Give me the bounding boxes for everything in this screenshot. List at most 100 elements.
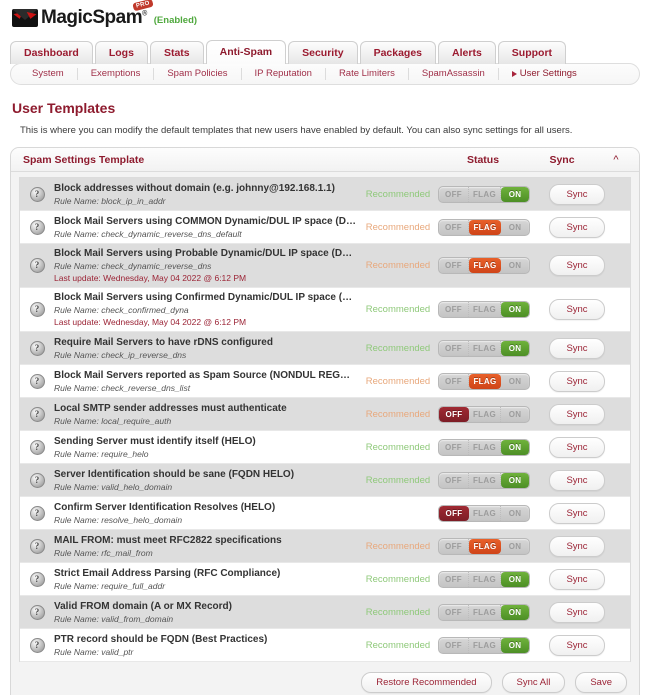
sync-button[interactable]: Sync <box>549 216 605 238</box>
help-icon[interactable]: ? <box>29 439 45 455</box>
state-toggle[interactable]: OFF FLAG ON <box>438 570 530 588</box>
restore-recommended-button[interactable]: Restore Recommended <box>361 672 492 693</box>
state-toggle[interactable]: OFF FLAG ON <box>438 339 530 357</box>
state-toggle[interactable]: OFF FLAG ON <box>438 603 530 621</box>
toggle-option-flag[interactable]: FLAG <box>469 373 501 389</box>
toggle-option-flag[interactable]: FLAG <box>469 439 501 455</box>
sync-button[interactable]: Sync <box>549 568 605 590</box>
sync-button[interactable]: Sync <box>549 634 605 656</box>
toggle-option-on[interactable]: ON <box>501 472 529 488</box>
tab-packages[interactable]: Packages <box>359 41 437 64</box>
sync-button[interactable]: Sync <box>549 535 605 557</box>
toggle-option-off[interactable]: OFF <box>439 406 469 422</box>
state-toggle[interactable]: OFF FLAG ON <box>438 471 530 489</box>
sync-button[interactable]: Sync <box>549 370 605 392</box>
state-toggle[interactable]: OFF FLAG ON <box>438 438 530 456</box>
toggle-option-off[interactable]: OFF <box>439 186 469 202</box>
toggle-option-on[interactable]: ON <box>501 571 529 587</box>
toggle-option-on[interactable]: ON <box>501 539 529 554</box>
sync-button[interactable]: Sync <box>549 436 605 458</box>
toggle-option-off[interactable]: OFF <box>439 302 469 317</box>
toggle-option-flag[interactable]: FLAG <box>469 571 501 587</box>
state-toggle[interactable]: OFF FLAG ON <box>438 218 530 236</box>
state-toggle[interactable]: OFF FLAG ON <box>438 636 530 654</box>
help-icon[interactable]: ? <box>29 406 45 422</box>
toggle-option-on[interactable]: ON <box>501 439 529 455</box>
toggle-option-on[interactable]: ON <box>501 506 529 521</box>
help-icon[interactable]: ? <box>29 186 45 202</box>
toggle-option-flag[interactable]: FLAG <box>469 505 501 521</box>
toggle-option-flag[interactable]: FLAG <box>469 472 501 488</box>
tab-security[interactable]: Security <box>288 41 358 64</box>
help-icon[interactable]: ? <box>29 302 45 317</box>
sync-all-button[interactable]: Sync All <box>501 672 566 693</box>
tab-anti-spam[interactable]: Anti-Spam <box>205 40 287 64</box>
toggle-option-off[interactable]: OFF <box>439 340 469 356</box>
help-icon[interactable]: ? <box>29 340 45 356</box>
state-toggle[interactable]: OFF FLAG ON <box>438 537 530 555</box>
state-toggle[interactable]: OFF FLAG ON <box>438 185 530 203</box>
toggle-option-off[interactable]: OFF <box>439 604 469 620</box>
toggle-option-off[interactable]: OFF <box>439 373 469 389</box>
toggle-option-off[interactable]: OFF <box>439 571 469 587</box>
toggle-option-off[interactable]: OFF <box>439 637 469 653</box>
subnav-item-spamassassin[interactable]: SpamAssassin <box>409 68 499 80</box>
subnav-item-spam-policies[interactable]: Spam Policies <box>154 68 242 80</box>
toggle-option-flag[interactable]: FLAG <box>469 302 501 317</box>
help-icon[interactable]: ? <box>29 637 45 653</box>
toggle-option-flag[interactable]: FLAG <box>469 604 501 620</box>
sync-button[interactable]: Sync <box>549 601 605 623</box>
state-toggle[interactable]: OFF FLAG ON <box>438 405 530 423</box>
toggle-option-on[interactable]: ON <box>501 220 529 235</box>
sync-button[interactable]: Sync <box>549 337 605 359</box>
save-button[interactable]: Save <box>575 672 627 693</box>
sync-button[interactable]: Sync <box>549 502 605 524</box>
help-icon[interactable]: ? <box>29 219 45 235</box>
toggle-option-off[interactable]: OFF <box>439 505 469 521</box>
subnav-item-system[interactable]: System <box>19 68 78 80</box>
tab-stats[interactable]: Stats <box>149 41 204 64</box>
toggle-option-flag[interactable]: FLAG <box>469 340 501 356</box>
toggle-option-flag[interactable]: FLAG <box>469 538 501 554</box>
subnav-item-exemptions[interactable]: Exemptions <box>78 68 155 80</box>
toggle-option-on[interactable]: ON <box>501 407 529 422</box>
chevron-up-icon[interactable]: ^ <box>605 154 627 165</box>
state-toggle[interactable]: OFF FLAG ON <box>438 301 530 318</box>
toggle-option-on[interactable]: ON <box>501 374 529 389</box>
tab-logs[interactable]: Logs <box>94 41 148 64</box>
toggle-option-on[interactable]: ON <box>501 186 529 202</box>
help-icon[interactable]: ? <box>29 571 45 587</box>
help-icon[interactable]: ? <box>29 538 45 554</box>
sync-button[interactable]: Sync <box>549 299 605 320</box>
tab-dashboard[interactable]: Dashboard <box>10 41 93 64</box>
sync-button[interactable]: Sync <box>549 255 605 276</box>
help-icon[interactable]: ? <box>29 373 45 389</box>
help-icon[interactable]: ? <box>29 258 45 273</box>
toggle-option-on[interactable]: ON <box>501 604 529 620</box>
sync-button[interactable]: Sync <box>549 183 605 205</box>
toggle-option-flag[interactable]: FLAG <box>469 258 501 273</box>
subnav-item-rate-limiters[interactable]: Rate Limiters <box>326 68 409 80</box>
toggle-option-flag[interactable]: FLAG <box>469 637 501 653</box>
state-toggle[interactable]: OFF FLAG ON <box>438 372 530 390</box>
sync-button[interactable]: Sync <box>549 403 605 425</box>
toggle-option-flag[interactable]: FLAG <box>469 406 501 422</box>
subnav-item-ip-reputation[interactable]: IP Reputation <box>242 68 326 80</box>
toggle-option-on[interactable]: ON <box>501 340 529 356</box>
subnav-item-user-settings[interactable]: User Settings <box>499 68 590 80</box>
help-icon[interactable]: ? <box>29 472 45 488</box>
toggle-option-flag[interactable]: FLAG <box>469 186 501 202</box>
tab-alerts[interactable]: Alerts <box>438 41 496 64</box>
toggle-option-on[interactable]: ON <box>501 302 529 317</box>
help-icon[interactable]: ? <box>29 604 45 620</box>
state-toggle[interactable]: OFF FLAG ON <box>438 257 530 274</box>
toggle-option-off[interactable]: OFF <box>439 439 469 455</box>
state-toggle[interactable]: OFF FLAG ON <box>438 504 530 522</box>
toggle-option-off[interactable]: OFF <box>439 219 469 235</box>
toggle-option-flag[interactable]: FLAG <box>469 219 501 235</box>
toggle-option-on[interactable]: ON <box>501 637 529 653</box>
tab-support[interactable]: Support <box>497 41 567 64</box>
toggle-option-on[interactable]: ON <box>501 258 529 273</box>
sync-button[interactable]: Sync <box>549 469 605 491</box>
toggle-option-off[interactable]: OFF <box>439 472 469 488</box>
